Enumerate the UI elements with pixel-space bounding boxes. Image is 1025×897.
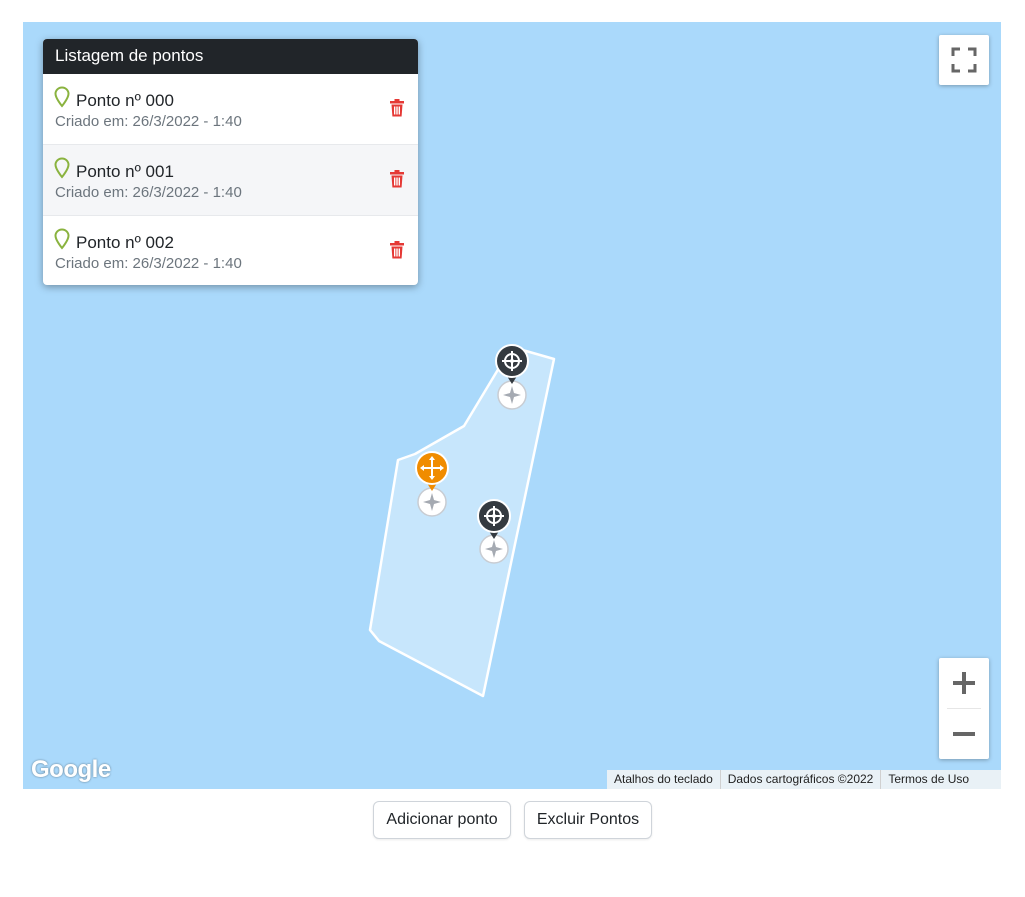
trash-icon[interactable] bbox=[389, 99, 405, 117]
map-pin-icon bbox=[54, 228, 70, 250]
vertex-handle-icon[interactable] bbox=[417, 487, 447, 517]
zoom-out-button[interactable] bbox=[939, 709, 989, 759]
list-item[interactable]: Ponto nº 002 Criado em: 26/3/2022 - 1:40 bbox=[43, 216, 418, 285]
move-icon[interactable] bbox=[415, 451, 449, 485]
point-created-date: Criado em: 26/3/2022 - 1:40 bbox=[55, 255, 242, 272]
crosshair-icon[interactable] bbox=[495, 344, 529, 378]
point-created-date: Criado em: 26/3/2022 - 1:40 bbox=[55, 184, 242, 201]
minus-icon bbox=[953, 732, 975, 736]
trash-icon[interactable] bbox=[389, 241, 405, 259]
area-polygon[interactable] bbox=[368, 345, 556, 698]
points-list-panel: Listagem de pontos Ponto nº 000 Criado e… bbox=[43, 39, 418, 285]
map-pin-icon bbox=[54, 157, 70, 179]
point-label: Ponto nº 002 bbox=[76, 233, 174, 252]
trash-icon[interactable] bbox=[389, 170, 405, 188]
google-logo[interactable]: Google bbox=[31, 756, 111, 784]
fullscreen-icon bbox=[951, 47, 977, 73]
plus-icon bbox=[953, 672, 975, 694]
map-pin-icon bbox=[54, 86, 70, 108]
zoom-in-button[interactable] bbox=[939, 658, 989, 708]
terms-link[interactable]: Termos de Uso bbox=[881, 770, 976, 789]
list-item[interactable]: Ponto nº 001 Criado em: 26/3/2022 - 1:40 bbox=[43, 145, 418, 216]
point-label: Ponto nº 000 bbox=[76, 91, 174, 110]
vertex-handle-icon[interactable] bbox=[497, 380, 527, 410]
map-canvas[interactable]: Listagem de pontos Ponto nº 000 Criado e… bbox=[23, 22, 1001, 789]
zoom-control bbox=[939, 658, 989, 759]
map-data-credit: Dados cartográficos ©2022 bbox=[721, 770, 882, 789]
add-point-button[interactable]: Adicionar ponto bbox=[373, 801, 511, 839]
crosshair-icon[interactable] bbox=[477, 499, 511, 533]
point-label: Ponto nº 001 bbox=[76, 162, 174, 181]
delete-points-button[interactable]: Excluir Pontos bbox=[524, 801, 652, 839]
point-created-date: Criado em: 26/3/2022 - 1:40 bbox=[55, 113, 242, 130]
map-attribution: Atalhos do teclado Dados cartográficos ©… bbox=[607, 770, 1001, 789]
panel-title: Listagem de pontos bbox=[43, 39, 418, 74]
vertex-handle-icon[interactable] bbox=[479, 534, 509, 564]
fullscreen-button[interactable] bbox=[939, 35, 989, 85]
keyboard-shortcuts-link[interactable]: Atalhos do teclado bbox=[607, 770, 721, 789]
list-item[interactable]: Ponto nº 000 Criado em: 26/3/2022 - 1:40 bbox=[43, 74, 418, 145]
